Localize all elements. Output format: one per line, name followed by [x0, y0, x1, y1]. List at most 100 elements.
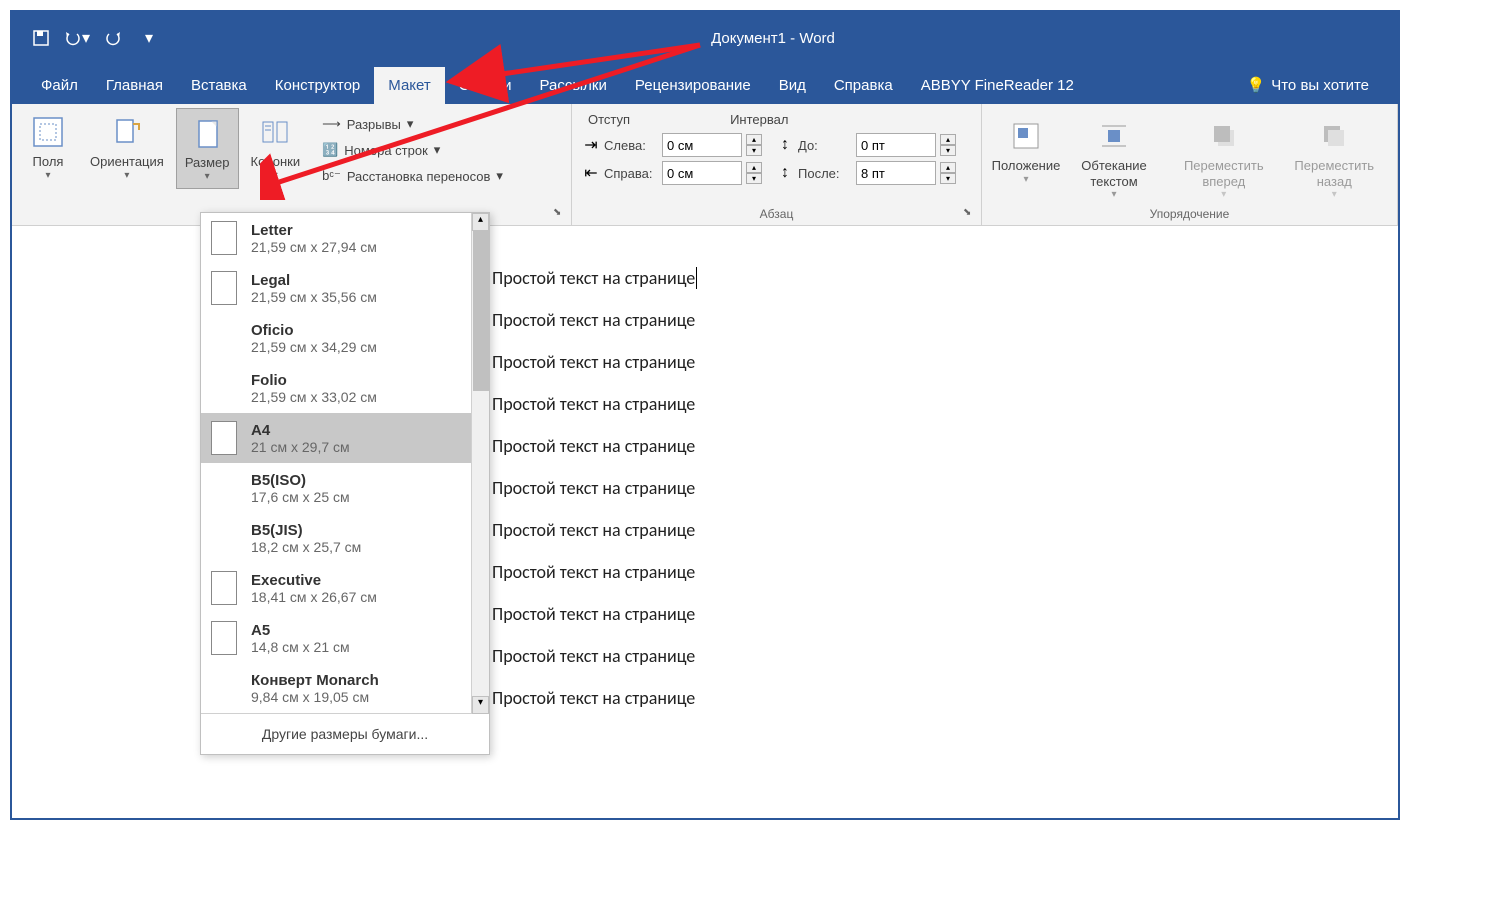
bring-forward-icon	[1206, 118, 1242, 154]
qat-customize[interactable]: ▾	[135, 24, 163, 52]
page-icon	[211, 621, 237, 655]
position-button[interactable]: Положение ▾	[992, 112, 1060, 206]
page-icon	[211, 271, 237, 305]
wrap-text-button[interactable]: Обтекание текстом ▾	[1062, 112, 1166, 206]
indent-left-down[interactable]: ▾	[746, 145, 762, 156]
document-line[interactable]: Простой текст на странице	[492, 635, 1392, 677]
size-name: Folio	[251, 372, 479, 389]
chevron-down-icon: ▾	[1111, 189, 1116, 200]
size-option-oficio[interactable]: Oficio 21,59 см x 34,29 см	[201, 313, 489, 363]
page-icon	[211, 321, 237, 355]
document-line[interactable]: Простой текст на странице	[492, 257, 1392, 299]
document-line[interactable]: Простой текст на странице	[492, 383, 1392, 425]
document-line[interactable]: Простой текст на странице	[492, 425, 1392, 467]
spacing-after-icon: ↕	[776, 164, 794, 182]
spacing-before-up[interactable]: ▴	[940, 134, 956, 145]
spacing-before-down[interactable]: ▾	[940, 145, 956, 156]
orientation-label: Ориентация	[90, 154, 164, 170]
size-name: Legal	[251, 272, 479, 289]
arrange-group-label: Упорядочение	[982, 207, 1397, 221]
tell-me-search[interactable]: 💡 Что вы хотите	[1233, 66, 1383, 104]
document-body[interactable]: Простой текст на страницеПростой текст н…	[492, 257, 1392, 719]
size-dimensions: 21 см x 29,7 см	[251, 439, 479, 455]
undo-button[interactable]: ▾	[63, 24, 91, 52]
size-option-folio[interactable]: Folio 21,59 см x 33,02 см	[201, 363, 489, 413]
size-dimensions: 18,2 см x 25,7 см	[251, 539, 479, 555]
scroll-down-button[interactable]: ▾	[472, 696, 489, 714]
tab-help[interactable]: Справка	[820, 67, 907, 104]
tab-abbyy[interactable]: ABBYY FineReader 12	[907, 67, 1088, 104]
margins-button[interactable]: Поля ▾	[18, 108, 78, 187]
size-option-executive[interactable]: Executive 18,41 см x 26,67 см	[201, 563, 489, 613]
spacing-after-down[interactable]: ▾	[940, 173, 956, 184]
chevron-down-icon: ▾	[1023, 174, 1028, 185]
size-option-a5[interactable]: A5 14,8 см x 21 см	[201, 613, 489, 663]
page-icon	[211, 471, 237, 505]
size-dimensions: 17,6 см x 25 см	[251, 489, 479, 505]
document-line[interactable]: Простой текст на странице	[492, 341, 1392, 383]
size-name: Executive	[251, 572, 479, 589]
size-option-a4[interactable]: A4 21 см x 29,7 см	[201, 413, 489, 463]
tab-view[interactable]: Вид	[765, 67, 820, 104]
page-icon	[211, 371, 237, 405]
orientation-icon	[109, 114, 145, 150]
size-option-monarch[interactable]: Конверт Monarch 9,84 см x 19,05 см	[201, 663, 489, 713]
indent-right-down[interactable]: ▾	[746, 173, 762, 184]
document-line[interactable]: Простой текст на странице	[492, 593, 1392, 635]
tab-file[interactable]: Файл	[27, 67, 92, 104]
quick-access-toolbar: ▾ ▾	[27, 24, 163, 52]
tab-insert[interactable]: Вставка	[177, 67, 261, 104]
size-name: B5(ISO)	[251, 472, 479, 489]
tab-home[interactable]: Главная	[92, 67, 177, 104]
save-button[interactable]	[27, 24, 55, 52]
paragraph-launcher[interactable]: ⬊	[963, 207, 977, 221]
size-dimensions: 14,8 см x 21 см	[251, 639, 479, 655]
position-icon	[1008, 118, 1044, 154]
spacing-after-input[interactable]	[856, 161, 936, 185]
chevron-down-icon: ▾	[1332, 189, 1337, 200]
size-name: B5(JIS)	[251, 522, 479, 539]
size-button[interactable]: Размер ▾	[176, 108, 239, 189]
page-icon	[211, 421, 237, 455]
dropdown-scrollbar[interactable]: ▴ ▾	[471, 213, 489, 714]
document-line[interactable]: Простой текст на странице	[492, 677, 1392, 719]
send-backward-button[interactable]: Переместить назад ▾	[1282, 112, 1387, 206]
indent-right-up[interactable]: ▴	[746, 162, 762, 173]
scroll-up-button[interactable]: ▴	[472, 213, 489, 231]
spacing-header: Интервал	[730, 112, 788, 127]
size-dimensions: 21,59 см x 33,02 см	[251, 389, 479, 405]
lightbulb-icon: 💡	[1247, 76, 1266, 94]
document-line[interactable]: Простой текст на странице	[492, 299, 1392, 341]
size-dropdown: Letter 21,59 см x 27,94 см Legal 21,59 с…	[200, 212, 490, 755]
size-icon	[189, 115, 225, 151]
bring-forward-button[interactable]: Переместить вперед ▾	[1168, 112, 1279, 206]
page-setup-launcher[interactable]: ⬊	[553, 207, 567, 221]
page-icon	[211, 571, 237, 605]
page-icon	[211, 221, 237, 255]
wrap-text-label: Обтекание текстом	[1070, 158, 1158, 189]
orientation-button[interactable]: Ориентация ▾	[82, 108, 172, 187]
size-name: Конверт Monarch	[251, 672, 479, 689]
size-option-legal[interactable]: Legal 21,59 см x 35,56 см	[201, 263, 489, 313]
spacing-after-up[interactable]: ▴	[940, 162, 956, 173]
redo-button[interactable]	[99, 24, 127, 52]
size-name: A4	[251, 422, 479, 439]
size-option-b5jis[interactable]: B5(JIS) 18,2 см x 25,7 см	[201, 513, 489, 563]
document-line[interactable]: Простой текст на странице	[492, 551, 1392, 593]
wrap-text-icon	[1096, 118, 1132, 154]
document-line[interactable]: Простой текст на странице	[492, 509, 1392, 551]
size-option-b5iso[interactable]: B5(ISO) 17,6 см x 25 см	[201, 463, 489, 513]
chevron-down-icon: ▾	[45, 170, 50, 181]
indent-left-up[interactable]: ▴	[746, 134, 762, 145]
spacing-before-input[interactable]	[856, 133, 936, 157]
bring-forward-label: Переместить вперед	[1176, 158, 1271, 189]
paragraph-group-label: Абзац	[572, 207, 981, 221]
size-dimensions: 21,59 см x 34,29 см	[251, 339, 479, 355]
send-backward-icon	[1316, 118, 1352, 154]
document-line[interactable]: Простой текст на странице	[492, 467, 1392, 509]
scroll-thumb[interactable]	[473, 231, 489, 391]
size-dimensions: 9,84 см x 19,05 см	[251, 689, 479, 705]
more-paper-sizes[interactable]: Другие размеры бумаги...	[201, 713, 489, 754]
spacing-before-label: До:	[798, 138, 852, 153]
size-option-letter[interactable]: Letter 21,59 см x 27,94 см	[201, 213, 489, 263]
